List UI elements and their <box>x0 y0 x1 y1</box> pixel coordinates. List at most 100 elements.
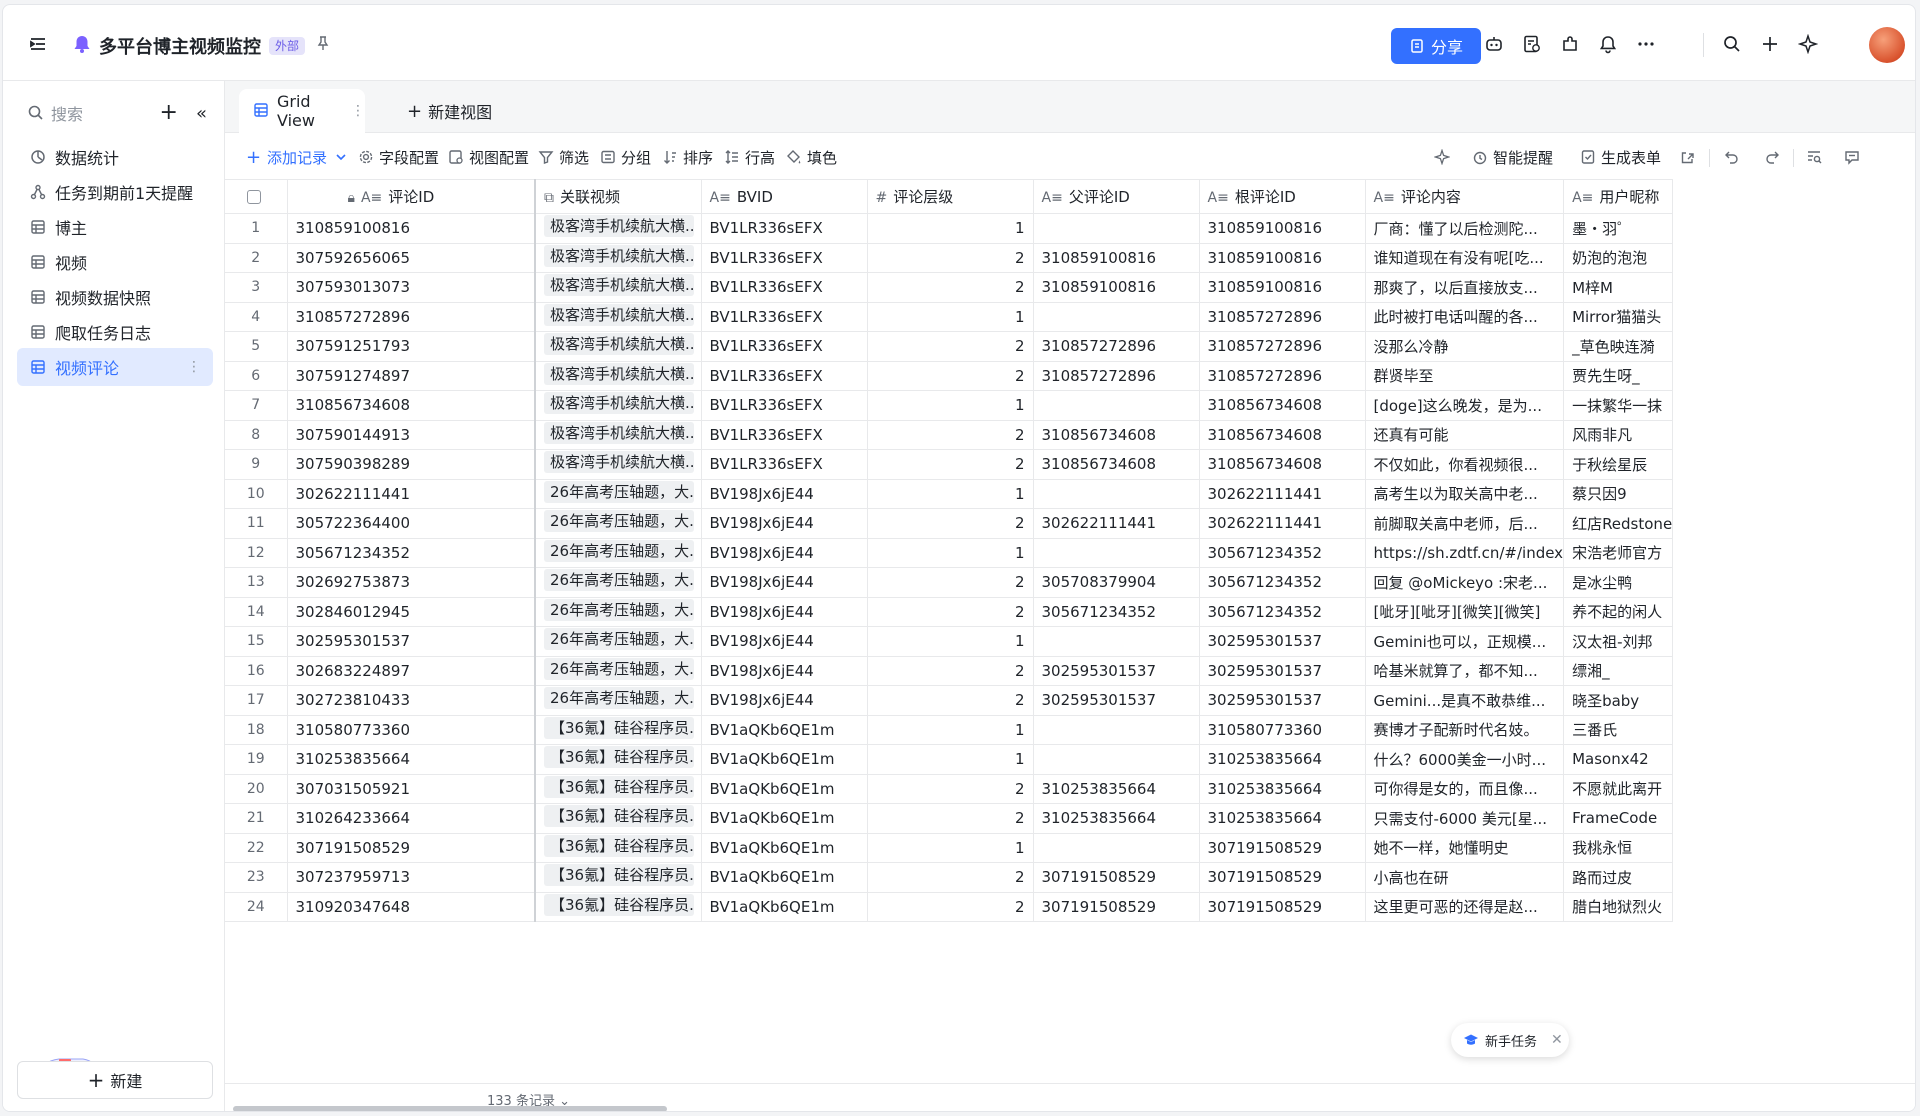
ai-assist-icon[interactable] <box>1433 145 1450 169</box>
parent-id-cell[interactable] <box>1033 538 1200 568</box>
root-id-cell[interactable]: 310859100816 <box>1199 243 1366 273</box>
content-cell[interactable]: Gemini也可以，正规模... <box>1365 626 1565 657</box>
comment-id-cell[interactable]: 302723810433 <box>287 685 536 716</box>
row-number[interactable]: 9 <box>225 449 288 480</box>
nickname-cell[interactable]: 养不起的闲人 <box>1563 597 1674 627</box>
table-row[interactable]: 23 307237959713 【36氪】硅谷程序员... BV1aQKb6QE1m 2… <box>225 862 1674 893</box>
nickname-cell[interactable]: 奶泡的泡泡 <box>1563 243 1674 273</box>
bvid-cell[interactable]: BV1aQKb6QE1m <box>701 803 868 834</box>
column-header-root-id[interactable]: A≡ 根评论ID <box>1199 179 1366 214</box>
parent-id-cell[interactable]: 310856734608 <box>1033 420 1200 450</box>
content-cell[interactable]: [doge]这么晚发，是为... <box>1365 390 1565 421</box>
comment-id-cell[interactable]: 302846012945 <box>287 597 536 627</box>
bvid-cell[interactable]: BV1LR336sEFX <box>701 449 868 480</box>
content-cell[interactable]: 哈基米就算了，都不知... <box>1365 656 1565 686</box>
more-vertical-icon[interactable]: ⋮ <box>351 103 365 119</box>
level-cell[interactable]: 1 <box>867 744 1034 775</box>
redo-icon[interactable] <box>1763 145 1780 169</box>
search-icon[interactable] <box>1721 33 1743 55</box>
base-title[interactable]: 多平台博主视频监控 <box>99 33 261 59</box>
bvid-cell[interactable]: BV1aQKb6QE1m <box>701 774 868 804</box>
comment-id-cell[interactable]: 310580773360 <box>287 715 536 745</box>
linked-record-chip[interactable]: 极客湾手机续航大横... <box>544 303 694 326</box>
bvid-cell[interactable]: BV1LR336sEFX <box>701 331 868 362</box>
nickname-cell[interactable]: 缥湘_ <box>1563 656 1674 686</box>
related-video-cell[interactable]: 极客湾手机续航大横... <box>535 390 702 421</box>
root-id-cell[interactable]: 310857272896 <box>1199 361 1366 391</box>
level-cell[interactable]: 2 <box>867 361 1034 391</box>
comment-id-cell[interactable]: 305722364400 <box>287 508 536 539</box>
level-cell[interactable]: 2 <box>867 685 1034 716</box>
parent-id-cell[interactable]: 310856734608 <box>1033 449 1200 480</box>
row-number[interactable]: 14 <box>225 597 288 627</box>
parent-id-cell[interactable]: 305671234352 <box>1033 597 1200 627</box>
related-video-cell[interactable]: 26年高考压轴题，大... <box>535 656 702 686</box>
linked-record-chip[interactable]: 极客湾手机续航大横... <box>544 362 694 385</box>
table-row[interactable]: 15 302595301537 26年高考压轴题，大... BV198Jx6jE44 1… <box>225 626 1674 657</box>
row-number[interactable]: 7 <box>225 390 288 421</box>
row-number[interactable]: 24 <box>225 892 288 922</box>
row-number[interactable]: 18 <box>225 715 288 745</box>
nickname-cell[interactable]: 贾先生呀_ <box>1563 361 1674 391</box>
linked-record-chip[interactable]: 极客湾手机续航大横... <box>544 215 694 238</box>
content-cell[interactable]: 不仅如此，你看视频很... <box>1365 449 1565 480</box>
onboarding-task-chip[interactable]: 新手任务 ✕ <box>1451 1023 1569 1057</box>
sidebar-toggle-icon[interactable] <box>27 33 49 55</box>
comment-id-cell[interactable]: 302683224897 <box>287 656 536 686</box>
tab-grid-view[interactable]: Grid View ⋮ <box>239 89 365 133</box>
root-id-cell[interactable]: 305671234352 <box>1199 567 1366 598</box>
nickname-cell[interactable]: 红店Redstone <box>1563 508 1674 539</box>
parent-id-cell[interactable]: 310253835664 <box>1033 803 1200 834</box>
root-id-cell[interactable]: 302595301537 <box>1199 685 1366 716</box>
row-number[interactable]: 13 <box>225 567 288 598</box>
content-cell[interactable]: 她不一样，她懂明史 <box>1365 833 1565 863</box>
parent-id-cell[interactable]: 302595301537 <box>1033 656 1200 686</box>
undo-icon[interactable] <box>1723 145 1740 169</box>
related-video-cell[interactable]: 【36氪】硅谷程序员... <box>535 774 702 804</box>
level-cell[interactable]: 2 <box>867 774 1034 804</box>
comment-id-cell[interactable]: 302692753873 <box>287 567 536 598</box>
linked-record-chip[interactable]: 极客湾手机续航大横... <box>544 392 694 415</box>
nickname-cell[interactable]: Masonx42 <box>1563 744 1674 775</box>
nickname-cell[interactable]: FrameCode <box>1563 803 1674 834</box>
parent-id-cell[interactable]: 307191508529 <box>1033 862 1200 893</box>
level-cell[interactable]: 1 <box>867 302 1034 332</box>
nickname-cell[interactable]: 于秋绘星辰 <box>1563 449 1674 480</box>
nickname-cell[interactable]: 蔡只因9 <box>1563 479 1674 509</box>
content-cell[interactable]: 可你得是女的，而且像... <box>1365 774 1565 804</box>
plugin-icon[interactable] <box>1559 33 1581 55</box>
more-vertical-icon[interactable]: ⋮ <box>187 359 201 375</box>
share-view-icon[interactable] <box>1679 145 1696 169</box>
content-cell[interactable]: 厂商：懂了以后检测陀... <box>1365 213 1565 244</box>
content-cell[interactable]: 谁知道现在有没有呢[吃... <box>1365 243 1565 273</box>
row-number[interactable]: 20 <box>225 774 288 804</box>
linked-record-chip[interactable]: 极客湾手机续航大横... <box>544 333 694 356</box>
parent-id-cell[interactable]: 305708379904 <box>1033 567 1200 598</box>
comment-id-cell[interactable]: 307031505921 <box>287 774 536 804</box>
root-id-cell[interactable]: 305671234352 <box>1199 538 1366 568</box>
bvid-cell[interactable]: BV198Jx6jE44 <box>701 508 868 539</box>
table-row[interactable]: 2 307592656065 极客湾手机续航大横... BV1LR336sEFX 2 31… <box>225 243 1674 273</box>
pin-icon[interactable] <box>315 35 331 55</box>
sidebar-item-bloggers[interactable]: 博主 <box>17 208 213 246</box>
chevron-down-icon[interactable] <box>332 149 349 166</box>
content-cell[interactable]: 那爽了，以后直接放支... <box>1365 272 1565 303</box>
level-cell[interactable]: 2 <box>867 331 1034 362</box>
parent-id-cell[interactable] <box>1033 479 1200 509</box>
bvid-cell[interactable]: BV198Jx6jE44 <box>701 597 868 627</box>
collapse-sidebar-icon[interactable]: « <box>196 103 207 124</box>
nickname-cell[interactable]: 汉太祖-刘邦 <box>1563 626 1674 657</box>
parent-id-cell[interactable]: 302595301537 <box>1033 685 1200 716</box>
column-header-level[interactable]: # 评论层级 <box>867 179 1034 214</box>
parent-id-cell[interactable]: 302622111441 <box>1033 508 1200 539</box>
comment-id-cell[interactable]: 310857272896 <box>287 302 536 332</box>
table-row[interactable]: 13 302692753873 26年高考压轴题，大... BV198Jx6jE44 2… <box>225 567 1674 598</box>
bvid-cell[interactable]: BV198Jx6jE44 <box>701 567 868 598</box>
table-row[interactable]: 12 305671234352 26年高考压轴题，大... BV198Jx6jE44 1… <box>225 538 1674 568</box>
linked-record-chip[interactable]: 极客湾手机续航大横... <box>544 451 694 474</box>
comment-id-cell[interactable]: 310253835664 <box>287 744 536 775</box>
linked-record-chip[interactable]: 【36氪】硅谷程序员... <box>544 893 694 916</box>
table-row[interactable]: 17 302723810433 26年高考压轴题，大... BV198Jx6jE44 2… <box>225 685 1674 716</box>
parent-id-cell[interactable] <box>1033 302 1200 332</box>
group-button[interactable]: 分组 <box>599 145 651 169</box>
